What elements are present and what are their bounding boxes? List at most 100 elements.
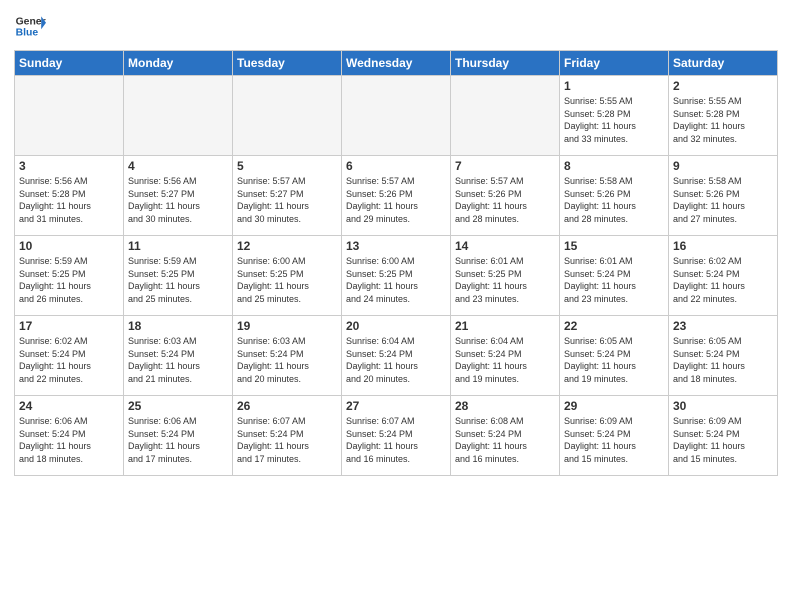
- day-cell: 20Sunrise: 6:04 AM Sunset: 5:24 PM Dayli…: [342, 316, 451, 396]
- day-info: Sunrise: 5:59 AM Sunset: 5:25 PM Dayligh…: [19, 255, 119, 305]
- week-row-1: 1 Sunrise: 5:55 AM Sunset: 5:28 PM Daylig…: [15, 76, 778, 156]
- header: General Blue: [14, 10, 778, 42]
- weekday-header-saturday: Saturday: [669, 51, 778, 76]
- day-info: Sunrise: 5:59 AM Sunset: 5:25 PM Dayligh…: [128, 255, 228, 305]
- day-number: 22: [564, 319, 664, 333]
- day-info: Sunrise: 6:05 AM Sunset: 5:24 PM Dayligh…: [673, 335, 773, 385]
- day-cell: 17 Sunrise: 6:02 AM Sunset: 5:24 PM Dayli…: [15, 316, 124, 396]
- day-info: Sunrise: 5:55 AM Sunset: 5:28 PM Dayligh…: [564, 95, 664, 145]
- day-cell: 26Sunrise: 6:07 AM Sunset: 5:24 PM Dayli…: [233, 396, 342, 476]
- day-info: Sunrise: 6:00 AM Sunset: 5:25 PM Dayligh…: [237, 255, 337, 305]
- day-number: 10: [19, 239, 119, 253]
- day-cell: 1 Sunrise: 5:55 AM Sunset: 5:28 PM Daylig…: [560, 76, 669, 156]
- day-number: 17: [19, 319, 119, 333]
- day-info: Sunrise: 6:09 AM Sunset: 5:24 PM Dayligh…: [564, 415, 664, 465]
- day-number: 16: [673, 239, 773, 253]
- svg-text:Blue: Blue: [16, 28, 39, 39]
- day-info: Sunrise: 6:05 AM Sunset: 5:24 PM Dayligh…: [564, 335, 664, 385]
- day-cell: 8 Sunrise: 5:58 AM Sunset: 5:26 PM Daylig…: [560, 156, 669, 236]
- day-cell: 7 Sunrise: 5:57 AM Sunset: 5:26 PM Daylig…: [451, 156, 560, 236]
- day-number: 28: [455, 399, 555, 413]
- day-info: Sunrise: 5:57 AM Sunset: 5:26 PM Dayligh…: [346, 175, 446, 225]
- week-row-2: 3 Sunrise: 5:56 AM Sunset: 5:28 PM Daylig…: [15, 156, 778, 236]
- day-cell: [451, 76, 560, 156]
- day-cell: 25 Sunrise: 6:06 AM Sunset: 5:24 PM Dayli…: [124, 396, 233, 476]
- day-cell: [124, 76, 233, 156]
- weekday-header-sunday: Sunday: [15, 51, 124, 76]
- day-cell: 18Sunrise: 6:03 AM Sunset: 5:24 PM Dayli…: [124, 316, 233, 396]
- day-info: Sunrise: 6:03 AM Sunset: 5:24 PM Dayligh…: [128, 335, 228, 385]
- day-number: 9: [673, 159, 773, 173]
- day-number: 13: [346, 239, 446, 253]
- week-row-4: 17 Sunrise: 6:02 AM Sunset: 5:24 PM Dayli…: [15, 316, 778, 396]
- weekday-header-wednesday: Wednesday: [342, 51, 451, 76]
- page: General Blue SundayMondayTuesdayWednesda…: [0, 0, 792, 612]
- day-info: Sunrise: 6:03 AM Sunset: 5:24 PM Dayligh…: [237, 335, 337, 385]
- day-number: 11: [128, 239, 228, 253]
- day-info: Sunrise: 5:57 AM Sunset: 5:27 PM Dayligh…: [237, 175, 337, 225]
- weekday-header-row: SundayMondayTuesdayWednesdayThursdayFrid…: [15, 51, 778, 76]
- day-cell: 11 Sunrise: 5:59 AM Sunset: 5:25 PM Dayli…: [124, 236, 233, 316]
- day-cell: 3 Sunrise: 5:56 AM Sunset: 5:28 PM Daylig…: [15, 156, 124, 236]
- day-info: Sunrise: 5:58 AM Sunset: 5:26 PM Dayligh…: [673, 175, 773, 225]
- day-cell: 15 Sunrise: 6:01 AM Sunset: 5:24 PM Dayli…: [560, 236, 669, 316]
- day-info: Sunrise: 6:00 AM Sunset: 5:25 PM Dayligh…: [346, 255, 446, 305]
- weekday-header-monday: Monday: [124, 51, 233, 76]
- day-number: 3: [19, 159, 119, 173]
- day-number: 19: [237, 319, 337, 333]
- day-number: 5: [237, 159, 337, 173]
- day-number: 14: [455, 239, 555, 253]
- day-cell: 30 Sunrise: 6:09 AM Sunset: 5:24 PM Dayli…: [669, 396, 778, 476]
- day-number: 12: [237, 239, 337, 253]
- day-number: 21: [455, 319, 555, 333]
- day-cell: 9 Sunrise: 5:58 AM Sunset: 5:26 PM Daylig…: [669, 156, 778, 236]
- day-info: Sunrise: 6:06 AM Sunset: 5:24 PM Dayligh…: [128, 415, 228, 465]
- day-info: Sunrise: 6:04 AM Sunset: 5:24 PM Dayligh…: [455, 335, 555, 385]
- day-cell: [233, 76, 342, 156]
- logo-icon: General Blue: [14, 10, 46, 42]
- weekday-header-thursday: Thursday: [451, 51, 560, 76]
- day-info: Sunrise: 5:57 AM Sunset: 5:26 PM Dayligh…: [455, 175, 555, 225]
- day-number: 1: [564, 79, 664, 93]
- week-row-5: 24 Sunrise: 6:06 AM Sunset: 5:24 PM Dayli…: [15, 396, 778, 476]
- day-number: 23: [673, 319, 773, 333]
- day-cell: [15, 76, 124, 156]
- day-number: 2: [673, 79, 773, 93]
- day-cell: 24Sunrise: 6:06 AM Sunset: 5:24 PM Dayli…: [15, 396, 124, 476]
- day-info: Sunrise: 6:01 AM Sunset: 5:25 PM Dayligh…: [455, 255, 555, 305]
- day-number: 24: [19, 399, 119, 413]
- day-info: Sunrise: 5:56 AM Sunset: 5:28 PM Dayligh…: [19, 175, 119, 225]
- day-info: Sunrise: 5:55 AM Sunset: 5:28 PM Dayligh…: [673, 95, 773, 145]
- logo: General Blue: [14, 10, 46, 42]
- day-number: 7: [455, 159, 555, 173]
- day-cell: 16Sunrise: 6:02 AM Sunset: 5:24 PM Dayli…: [669, 236, 778, 316]
- day-number: 29: [564, 399, 664, 413]
- day-cell: 29 Sunrise: 6:09 AM Sunset: 5:24 PM Dayli…: [560, 396, 669, 476]
- day-cell: 13 Sunrise: 6:00 AM Sunset: 5:25 PM Dayli…: [342, 236, 451, 316]
- day-cell: 6 Sunrise: 5:57 AM Sunset: 5:26 PM Daylig…: [342, 156, 451, 236]
- day-info: Sunrise: 6:02 AM Sunset: 5:24 PM Dayligh…: [19, 335, 119, 385]
- calendar: SundayMondayTuesdayWednesdayThursdayFrid…: [14, 50, 778, 476]
- day-cell: 22 Sunrise: 6:05 AM Sunset: 5:24 PM Dayli…: [560, 316, 669, 396]
- weekday-header-tuesday: Tuesday: [233, 51, 342, 76]
- day-number: 6: [346, 159, 446, 173]
- day-number: 25: [128, 399, 228, 413]
- day-cell: 21 Sunrise: 6:04 AM Sunset: 5:24 PM Dayli…: [451, 316, 560, 396]
- day-number: 8: [564, 159, 664, 173]
- day-number: 26: [237, 399, 337, 413]
- day-info: Sunrise: 6:08 AM Sunset: 5:24 PM Dayligh…: [455, 415, 555, 465]
- day-number: 30: [673, 399, 773, 413]
- day-info: Sunrise: 5:56 AM Sunset: 5:27 PM Dayligh…: [128, 175, 228, 225]
- day-info: Sunrise: 6:01 AM Sunset: 5:24 PM Dayligh…: [564, 255, 664, 305]
- day-info: Sunrise: 6:09 AM Sunset: 5:24 PM Dayligh…: [673, 415, 773, 465]
- day-number: 15: [564, 239, 664, 253]
- day-cell: 14 Sunrise: 6:01 AM Sunset: 5:25 PM Dayli…: [451, 236, 560, 316]
- day-cell: 23 Sunrise: 6:05 AM Sunset: 5:24 PM Dayli…: [669, 316, 778, 396]
- day-cell: 2 Sunrise: 5:55 AM Sunset: 5:28 PM Daylig…: [669, 76, 778, 156]
- day-number: 27: [346, 399, 446, 413]
- day-cell: 4Sunrise: 5:56 AM Sunset: 5:27 PM Daylig…: [124, 156, 233, 236]
- day-cell: 28 Sunrise: 6:08 AM Sunset: 5:24 PM Dayli…: [451, 396, 560, 476]
- day-cell: 12 Sunrise: 6:00 AM Sunset: 5:25 PM Dayli…: [233, 236, 342, 316]
- day-info: Sunrise: 5:58 AM Sunset: 5:26 PM Dayligh…: [564, 175, 664, 225]
- weekday-header-friday: Friday: [560, 51, 669, 76]
